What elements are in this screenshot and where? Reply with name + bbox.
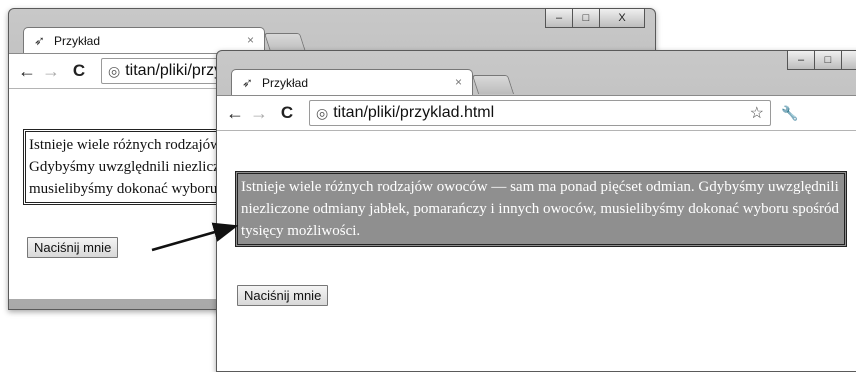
press-me-button[interactable]: Naciśnij mnie: [27, 237, 119, 258]
close-window-button[interactable]: X: [600, 8, 645, 28]
back-arrow-icon[interactable]: ←: [223, 103, 247, 124]
browser-window-after: – □ X ➶ Przykład × ← → C ◎ titan/pliki/p…: [216, 50, 856, 372]
press-me-button[interactable]: Naciśnij mnie: [237, 285, 329, 306]
wrench-icon[interactable]: 🔧: [781, 105, 798, 122]
minimize-button[interactable]: –: [787, 50, 815, 70]
new-tab-button[interactable]: [471, 75, 515, 94]
url-text: titan/pliki/przyklad.html: [125, 62, 222, 79]
bird-icon: ➶: [242, 75, 253, 90]
maximize-button[interactable]: □: [815, 50, 842, 70]
reload-icon[interactable]: C: [275, 103, 299, 123]
maximize-button[interactable]: □: [573, 8, 600, 28]
star-icon[interactable]: ☆: [750, 103, 764, 123]
url-text: titan/pliki/przyklad.html: [333, 104, 495, 121]
tab-close-icon[interactable]: ×: [247, 33, 254, 47]
browser-tab[interactable]: ➶ Przykład ×: [231, 69, 473, 96]
forward-arrow-icon[interactable]: →: [247, 103, 271, 124]
close-window-button[interactable]: X: [842, 50, 856, 70]
forward-arrow-icon[interactable]: →: [39, 61, 63, 82]
bird-icon: ➶: [34, 33, 45, 48]
window-controls: – □ X: [545, 8, 645, 28]
globe-icon: ◎: [316, 104, 329, 121]
toolbar: ← → C ◎ titan/pliki/przyklad.html ☆ 🔧: [217, 95, 856, 131]
back-arrow-icon[interactable]: ←: [15, 61, 39, 82]
tab-title: Przykład: [54, 34, 101, 48]
page-content: Istnieje wiele różnych rodzajów owoców —…: [217, 131, 856, 371]
tab-close-icon[interactable]: ×: [455, 75, 462, 89]
address-bar[interactable]: ◎ titan/pliki/przyklad.html ☆: [309, 100, 771, 126]
minimize-button[interactable]: –: [545, 8, 573, 28]
window-controls: – □ X: [787, 50, 856, 70]
tab-title: Przykład: [262, 76, 309, 90]
reload-icon[interactable]: C: [67, 61, 91, 81]
fruit-paragraph-highlighted: Istnieje wiele różnych rodzajów owoców —…: [235, 171, 847, 247]
globe-icon: ◎: [108, 62, 121, 79]
address-bar[interactable]: ◎ titan/pliki/przyklad.html: [101, 58, 223, 84]
